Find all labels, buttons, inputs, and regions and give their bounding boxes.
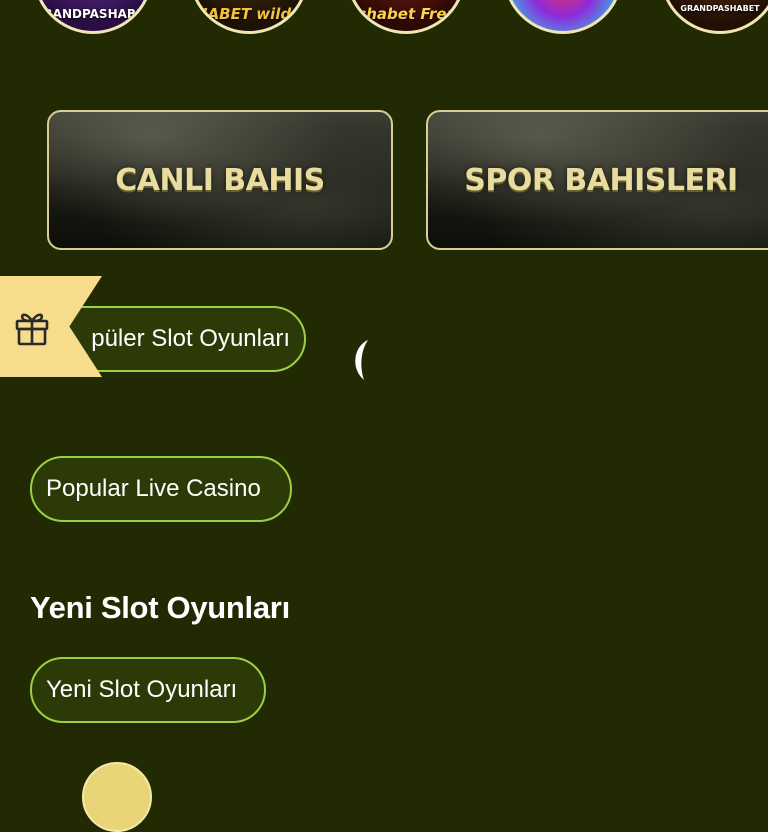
game-tile[interactable]: PASHABET wild cash (189, 0, 309, 34)
game-tile[interactable] (503, 0, 623, 34)
sports-betting-banner[interactable]: SPOR BAHISLERI (426, 110, 768, 250)
live-betting-banner[interactable]: CANLI BAHIS (47, 110, 393, 250)
game-tile[interactable]: Grandpashabet Frenzy fruits (346, 0, 466, 34)
loading-spinner-icon (355, 340, 368, 380)
live-betting-banner-label: CANLI BAHIS (115, 162, 325, 198)
popular-slots-button-label: püler Slot Oyunları (91, 325, 290, 352)
game-tile-label: Grandpashabet Frenzy fruits (347, 5, 466, 23)
sports-betting-banner-label: SPOR BAHISLERI (464, 162, 738, 198)
popular-live-casino-button-label: Popular Live Casino (46, 475, 261, 502)
game-tile[interactable] (82, 762, 152, 832)
game-tile-label: GRANDPASHABET (680, 4, 760, 13)
gift-icon (15, 312, 49, 345)
new-slots-button[interactable]: Yeni Slot Oyunları (30, 657, 266, 723)
new-slots-button-label: Yeni Slot Oyunları (46, 676, 238, 703)
game-tile-label: PASHABET wild cash (192, 5, 306, 23)
game-carousel: GRANDPASHABET PASHABET wild cash Grandpa… (0, 0, 768, 42)
game-tile-label: GRANDPASHABET (33, 7, 153, 21)
new-slots-heading: Yeni Slot Oyunları (30, 590, 290, 625)
popular-live-casino-button[interactable]: Popular Live Casino (30, 456, 292, 522)
game-tile[interactable]: GRANDPASHABET (33, 0, 153, 34)
game-tile[interactable]: GRANDPASHABET (660, 0, 768, 34)
